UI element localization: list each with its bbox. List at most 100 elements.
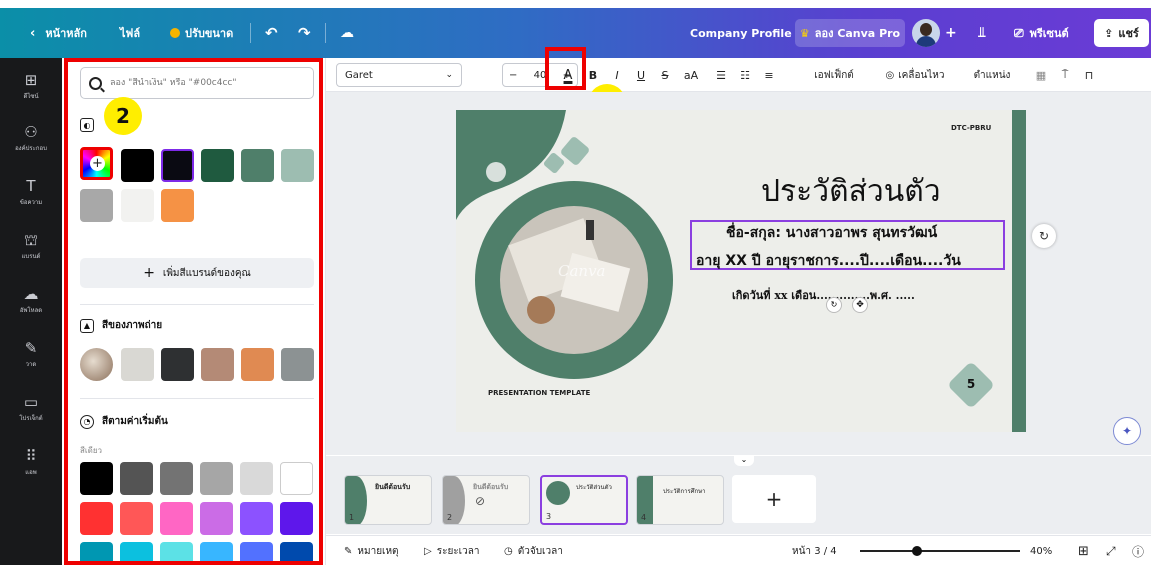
zoom-slider[interactable] bbox=[860, 546, 1020, 556]
slide-corner-tag: DTC-PBRU bbox=[951, 124, 992, 132]
default-color-swatch[interactable] bbox=[240, 542, 273, 565]
photo-color-swatch[interactable] bbox=[121, 348, 154, 381]
default-color-swatch[interactable] bbox=[160, 542, 193, 565]
minus-icon[interactable]: − bbox=[509, 70, 517, 81]
document-color-swatch[interactable] bbox=[281, 149, 314, 182]
resize-button[interactable]: ปรับขนาด bbox=[170, 8, 233, 58]
rotate-handle[interactable]: ↻ bbox=[826, 297, 842, 313]
font-size-value[interactable]: 40 bbox=[534, 70, 547, 81]
add-collaborator-button[interactable]: + bbox=[945, 8, 957, 58]
default-color-swatch[interactable] bbox=[120, 542, 153, 565]
slide-text-birth[interactable]: เกิดวันที่ xx เดือน..............พ.ศ. ..… bbox=[732, 286, 915, 304]
fullscreen-button[interactable]: ⤢ bbox=[1106, 536, 1116, 565]
grid-view-button[interactable]: ⊞ bbox=[1078, 536, 1089, 565]
rail-item-brand[interactable]: ⛫ แบรนด์ bbox=[0, 220, 62, 272]
avatar[interactable] bbox=[912, 19, 940, 47]
photo-color-swatch[interactable] bbox=[201, 348, 234, 381]
search-icon bbox=[89, 76, 102, 90]
timer-button[interactable]: ◷ ตัวจับเวลา bbox=[504, 536, 563, 565]
strikethrough-button[interactable]: S bbox=[656, 58, 674, 92]
effects-button[interactable]: เอฟเฟ็กต์ bbox=[806, 58, 862, 92]
position-button[interactable]: ตำแหน่ง bbox=[966, 58, 1018, 92]
slide-heading[interactable]: ประวัติส่วนตัว bbox=[761, 168, 941, 215]
default-color-swatch[interactable] bbox=[80, 502, 113, 535]
back-home-button[interactable]: ‹ หน้าหลัก bbox=[30, 8, 87, 58]
document-title[interactable]: Company Profile bbox=[690, 8, 792, 58]
photo-color-swatch[interactable] bbox=[241, 348, 274, 381]
default-color-swatch[interactable] bbox=[280, 542, 313, 565]
rail-item-elements[interactable]: ⚇ องค์ประกอบ bbox=[0, 112, 62, 164]
rail-item-projects[interactable]: ▭ โปรเจ็กต์ bbox=[0, 382, 62, 434]
document-color-swatch[interactable] bbox=[201, 149, 234, 182]
notes-button[interactable]: ✎ หมายเหตุ bbox=[344, 536, 399, 565]
document-color-swatch[interactable] bbox=[121, 149, 154, 182]
rail-item-uploads[interactable]: ☁ อัพโหลด bbox=[0, 274, 62, 326]
default-color-swatch[interactable] bbox=[120, 502, 153, 535]
page-thumbnail-4[interactable]: ประวัติการศึกษา 4 bbox=[636, 475, 724, 525]
default-color-swatch[interactable] bbox=[200, 462, 233, 495]
copy-style-button[interactable]: ⍑ bbox=[1056, 58, 1074, 92]
document-color-swatch[interactable] bbox=[80, 189, 113, 222]
document-color-swatch[interactable] bbox=[161, 189, 194, 222]
default-color-swatch[interactable] bbox=[240, 462, 273, 495]
rail-item-draw[interactable]: ✎ วาด bbox=[0, 328, 62, 380]
default-color-swatch[interactable] bbox=[240, 502, 273, 535]
rail-label: ข้อความ bbox=[19, 198, 43, 206]
slide-text-name[interactable]: ชื่อ-สกุล: นางสาวอาพร สุนทรวัฒน์ bbox=[726, 222, 937, 244]
default-color-swatch[interactable] bbox=[280, 502, 313, 535]
page-indicator[interactable]: หน้า 3 / 4 bbox=[792, 536, 837, 565]
default-color-swatch[interactable] bbox=[80, 542, 113, 565]
magic-assistant-button[interactable]: ✦ bbox=[1113, 417, 1141, 445]
help-button[interactable]: ⓘ bbox=[1132, 536, 1144, 565]
font-family-dropdown[interactable]: Garet ⌄ bbox=[336, 63, 462, 87]
slide-canvas[interactable]: Canva DTC-PBRU ประวัติส่วนตัว ชื่อ-สกุล:… bbox=[456, 110, 1026, 432]
align-button[interactable]: ☰ bbox=[712, 58, 730, 92]
spacing-button[interactable]: ≡ bbox=[760, 58, 778, 92]
zoom-slider-handle[interactable] bbox=[912, 546, 922, 556]
duration-button[interactable]: ▷ ระยะเวลา bbox=[424, 536, 479, 565]
page-thumbnail-2[interactable]: ยินดีต้อนรับ ⊘ 2 bbox=[442, 475, 530, 525]
collapse-strip-button[interactable]: ⌄ bbox=[734, 456, 754, 466]
zoom-level[interactable]: 40% bbox=[1030, 536, 1052, 565]
color-search-input[interactable] bbox=[110, 78, 300, 88]
document-color-swatch[interactable] bbox=[161, 149, 194, 182]
default-color-swatch[interactable] bbox=[200, 542, 233, 565]
color-search-box[interactable] bbox=[80, 67, 314, 99]
rail-item-apps[interactable]: ⠿ แอพ bbox=[0, 436, 62, 488]
list-button[interactable]: ☷ bbox=[736, 58, 754, 92]
add-new-color-button[interactable]: + bbox=[80, 147, 113, 180]
cloud-save-button[interactable]: ☁ bbox=[340, 8, 354, 58]
undo-button[interactable]: ↶ bbox=[265, 8, 278, 58]
regenerate-button[interactable]: ↻ bbox=[1032, 224, 1056, 248]
default-color-swatch[interactable] bbox=[120, 462, 153, 495]
document-color-swatch[interactable] bbox=[121, 189, 154, 222]
page-thumbnail-3[interactable]: ประวัติส่วนตัว 3 bbox=[540, 475, 628, 525]
file-menu-button[interactable]: ไฟล์ bbox=[120, 8, 140, 58]
letter-case-button[interactable]: aA bbox=[680, 58, 702, 92]
add-brand-colors-button[interactable]: + เพิ่มสีแบรนด์ของคุณ bbox=[80, 258, 314, 288]
redo-button[interactable]: ↷ bbox=[298, 8, 311, 58]
try-canva-pro-button[interactable]: ♛ ลอง Canva Pro bbox=[795, 19, 905, 47]
default-color-swatch[interactable] bbox=[200, 502, 233, 535]
default-color-swatch[interactable] bbox=[160, 502, 193, 535]
transparency-button[interactable]: ▦ bbox=[1032, 58, 1050, 92]
insights-button[interactable]: ⫫ bbox=[978, 8, 986, 58]
add-page-button[interactable]: + bbox=[732, 475, 816, 523]
animate-button[interactable]: ◎ เคลื่อนไหว bbox=[878, 58, 952, 92]
rail-item-design[interactable]: ⊞ ดีไซน์ bbox=[0, 60, 62, 112]
share-button[interactable]: ⇪ แชร์ bbox=[1094, 19, 1149, 47]
slide-text-age[interactable]: อายุ XX ปี อายุราชการ....ปี....เดือน....… bbox=[696, 250, 961, 272]
rail-item-text[interactable]: T ข้อความ bbox=[0, 166, 62, 218]
page-thumbnail-1[interactable]: ยินดีต้อนรับ 1 bbox=[344, 475, 432, 525]
default-color-swatch[interactable] bbox=[80, 462, 113, 495]
document-color-swatch[interactable] bbox=[241, 149, 274, 182]
present-button[interactable]: ⎚ พรีเซนต์ bbox=[1014, 8, 1069, 58]
move-handle[interactable]: ✥ bbox=[852, 297, 868, 313]
text-color-button[interactable]: A bbox=[556, 58, 580, 92]
photo-color-swatch[interactable] bbox=[281, 348, 314, 381]
underline-button[interactable]: U bbox=[632, 58, 650, 92]
lock-button[interactable]: ⊓ bbox=[1080, 58, 1098, 92]
photo-color-swatch[interactable] bbox=[161, 348, 194, 381]
default-color-swatch[interactable] bbox=[160, 462, 193, 495]
default-color-swatch[interactable] bbox=[280, 462, 313, 495]
